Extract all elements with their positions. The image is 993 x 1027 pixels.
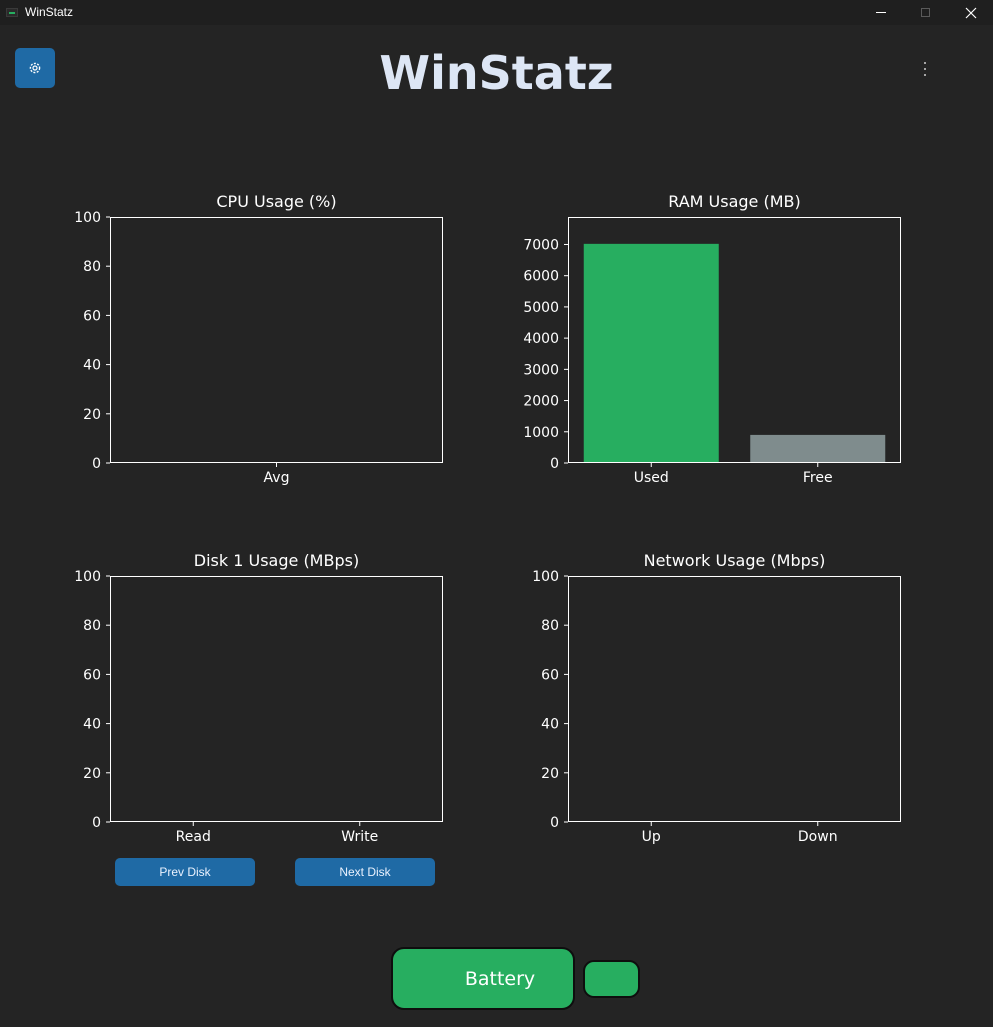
maximize-button[interactable] [903, 0, 948, 25]
y-tick-label: 20 [83, 766, 101, 782]
y-tick-label: 80 [541, 618, 559, 634]
y-tick-label: 60 [83, 308, 101, 324]
app-icon [6, 8, 18, 17]
chart-title: Disk 1 Usage (MBps) [194, 551, 359, 570]
y-tick-label: 0 [550, 815, 559, 831]
y-tick-label: 3000 [523, 362, 559, 378]
battery-indicator [583, 960, 640, 998]
next-disk-button[interactable]: Next Disk [295, 858, 435, 886]
chart-title: RAM Usage (MB) [668, 192, 801, 211]
x-tick-label: Read [176, 829, 211, 845]
menu-button[interactable] [921, 62, 929, 76]
close-icon [965, 7, 976, 18]
y-tick-label: 40 [541, 717, 559, 733]
settings-button[interactable] [15, 48, 55, 88]
x-tick-label: Free [803, 470, 833, 486]
x-tick-label: Down [798, 829, 838, 845]
cpu-usage-chart: CPU Usage (%) Avg 0 20 40 60 80 100 [74, 192, 443, 486]
y-tick-label: 20 [541, 766, 559, 782]
y-tick-label: 6000 [523, 269, 559, 285]
ram-usage-chart: RAM Usage (MB) Used Free 0 1000 2000 3000 4000 5… [523, 192, 901, 486]
close-button[interactable] [948, 0, 993, 25]
plot-frame [568, 576, 901, 822]
y-tick-label: 0 [92, 815, 101, 831]
plot-frame [110, 217, 443, 463]
y-tick-label: 100 [532, 569, 559, 585]
title-bar: WinStatz [0, 0, 993, 25]
y-tick-label: 7000 [523, 237, 559, 253]
battery-button[interactable]: Battery [391, 947, 575, 1010]
x-tick-label: Write [341, 829, 378, 845]
y-tick-label: 100 [74, 569, 101, 585]
plot-frame [110, 576, 443, 822]
y-tick-label: 2000 [523, 394, 559, 410]
x-tick-label: Avg [264, 470, 290, 486]
y-tick-label: 40 [83, 717, 101, 733]
y-tick-label: 80 [83, 618, 101, 634]
y-tick-label: 4000 [523, 331, 559, 347]
bar-free [750, 434, 886, 463]
window-title: WinStatz [25, 5, 74, 19]
chart-title: Network Usage (Mbps) [644, 551, 826, 570]
kebab-menu-icon [924, 62, 926, 64]
y-tick-label: 0 [92, 456, 101, 472]
prev-disk-button[interactable]: Prev Disk [115, 858, 255, 886]
minimize-button[interactable] [858, 0, 903, 25]
y-tick-label: 20 [83, 407, 101, 423]
bar-used [583, 243, 719, 463]
x-tick-label: Up [642, 829, 661, 845]
y-tick-label: 60 [83, 667, 101, 683]
y-tick-label: 40 [83, 358, 101, 374]
gear-icon [29, 62, 41, 74]
y-tick-label: 5000 [523, 300, 559, 316]
x-tick-label: Used [634, 470, 669, 486]
y-tick-label: 60 [541, 667, 559, 683]
maximize-icon [921, 8, 930, 17]
chart-title: CPU Usage (%) [216, 192, 336, 211]
y-tick-label: 80 [83, 259, 101, 275]
y-tick-label: 100 [74, 210, 101, 226]
network-usage-chart: Network Usage (Mbps) Up Down 0 20 40 60 80 100 [532, 551, 901, 845]
disk-usage-chart: Disk 1 Usage (MBps) Read Write 0 20 40 60 80 100 [74, 551, 443, 845]
y-tick-label: 1000 [523, 425, 559, 441]
minimize-icon [875, 12, 886, 13]
y-tick-label: 0 [550, 456, 559, 472]
app-brand-title: WinStatz [379, 46, 614, 100]
